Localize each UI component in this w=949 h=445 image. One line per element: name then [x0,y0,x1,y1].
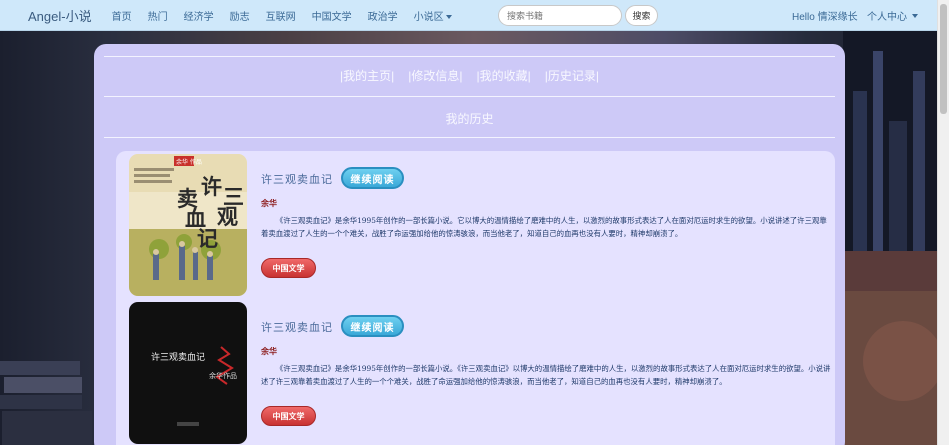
genre-tag-button[interactable]: 中国文学 [261,258,316,278]
nav-item-internet[interactable]: 互联网 [266,8,296,23]
nav-item-politics[interactable]: 政治学 [368,8,398,23]
book-title[interactable]: 许三观卖血记 [261,171,333,187]
search-input[interactable] [498,5,622,26]
nav-item-home[interactable]: 首页 [112,8,132,23]
nav-item-hot[interactable]: 热门 [148,8,168,23]
tab-my-home[interactable]: |我的主页| [340,67,394,84]
scrollbar-thumb[interactable] [940,4,947,114]
book-description: 《许三观卖血记》是余华1995年创作的一部长篇小说。它以博大的温情描绘了磨难中的… [261,216,827,238]
book-cover-illustration: 许 三 观 卖 血 记 余华 作品 [129,154,247,296]
page-scrollbar[interactable] [937,0,949,445]
continue-reading-button[interactable]: 继续阅读 [341,167,404,189]
nav-item-chinese-literature[interactable]: 中国文学 [312,8,352,23]
profile-tabs: |我的主页| |修改信息| |我的收藏| |历史记录| [94,67,845,84]
brand-logo[interactable]: Angel-小说 [28,6,92,25]
divider [104,96,835,97]
tab-my-favorites[interactable]: |我的收藏| [477,67,531,84]
history-item: 许三观卖血记 余华作品 许三观卖血记 继续阅读 余华 《许三观卖血记》是余华19… [116,302,835,445]
nav-item-inspiration[interactable]: 励志 [230,8,250,23]
history-list: 许 三 观 卖 血 记 余华 作品 许三观卖血记 继续阅读 余华 《许三观卖血记… [116,151,835,445]
cover-title: 许三观卖血记 [151,351,205,363]
city-skyline-illustration [843,31,937,445]
book-cover-illustration: 许三观卖血记 余华作品 [129,302,247,444]
continue-reading-button[interactable]: 继续阅读 [341,315,404,337]
caret-down-icon [445,14,452,19]
cover-author: 余华作品 [209,371,237,380]
genre-tag-button[interactable]: 中国文学 [261,406,316,426]
section-title: 我的历史 [445,112,494,126]
book-title[interactable]: 许三观卖血记 [261,319,333,335]
book-author: 余华 [261,198,277,208]
book-cover-image[interactable]: 许 三 观 卖 血 记 余华 作品 [129,154,247,296]
nav-item-economics[interactable]: 经济学 [184,8,214,23]
nav-dropdown-novels[interactable]: 小说区 [414,8,452,23]
tab-history[interactable]: |历史记录| [545,67,599,84]
cover-title-char: 观 [217,204,238,229]
history-item: 许 三 观 卖 血 记 余华 作品 许三观卖血记 继续阅读 余华 《许三观卖血记… [116,154,835,300]
divider [104,56,835,57]
user-center-label: 个人中心 [867,12,907,23]
user-greeting[interactable]: Hello 情深缘长 [792,0,858,31]
cover-title-char: 许 [201,174,222,199]
cover-badge: 余华 作品 [176,158,202,166]
divider [104,137,835,138]
tab-edit-info[interactable]: |修改信息| [408,67,462,84]
stacked-books-illustration [0,361,92,445]
nav-dropdown-label: 小说区 [413,11,444,23]
search-button[interactable]: 搜索 [625,5,658,26]
cover-title-char: 记 [197,226,218,251]
book-cover-image[interactable]: 许三观卖血记 余华作品 [129,302,247,444]
profile-panel: |我的主页| |修改信息| |我的收藏| |历史记录| 我的历史 许 三 观 卖… [94,44,845,445]
book-description: 《许三观卖血记》是余华1995年创作的一部长篇小说。《许三观卖血记》以博大的温情… [261,364,831,386]
book-author: 余华 [261,346,277,356]
caret-down-icon [912,13,918,18]
user-center-menu[interactable]: 个人中心 [867,0,918,31]
